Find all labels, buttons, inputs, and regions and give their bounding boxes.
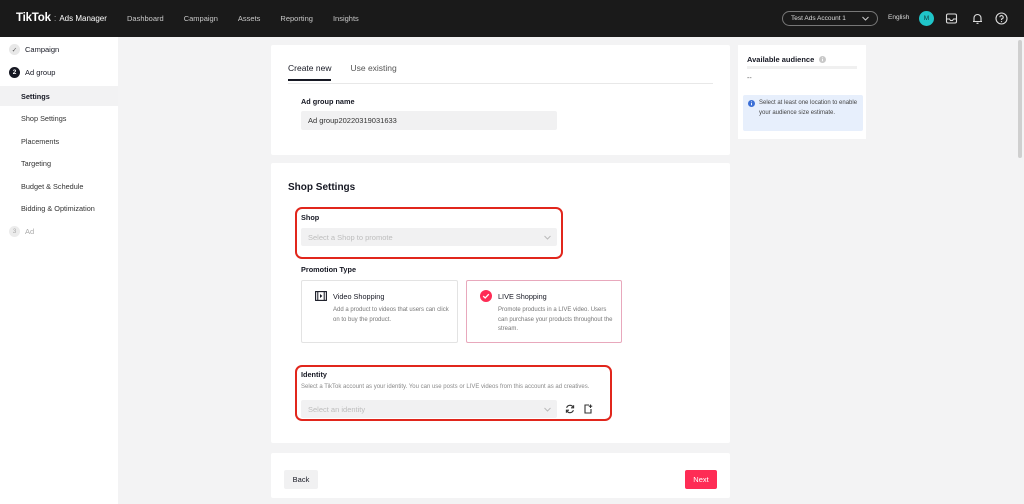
avatar-letter: M: [923, 15, 930, 22]
brand-logo[interactable]: TikTok : Ads Manager: [16, 12, 107, 24]
check-circle-icon: [480, 290, 492, 302]
audience-info-box: Select at least one location to enable y…: [743, 95, 863, 131]
sidebar-item-shop-settings[interactable]: Shop Settings: [0, 108, 118, 128]
audience-meter: [747, 66, 857, 69]
promotion-type-label: Promotion Type: [301, 265, 356, 274]
refresh-icon[interactable]: [565, 404, 575, 414]
sidebar-item-budget-schedule[interactable]: Budget & Schedule: [0, 176, 118, 196]
ad-group-card: Create new Use existing Ad group name Ad…: [271, 45, 730, 155]
step-ad-group[interactable]: 2 Ad group: [9, 67, 55, 78]
identity-placeholder: Select an identity: [308, 404, 366, 414]
ad-group-name-label: Ad group name: [301, 97, 355, 106]
nav-campaign[interactable]: Campaign: [184, 14, 218, 23]
brand-separator: :: [53, 13, 57, 23]
shop-settings-card: Shop Settings Shop Select a Shop to prom…: [271, 163, 730, 443]
step-campaign[interactable]: ✓ Campaign: [9, 44, 59, 55]
ad-group-name-value: Ad group20220319031633: [308, 116, 397, 125]
step-number: 2: [9, 67, 20, 78]
shop-select[interactable]: Select a Shop to promote: [301, 228, 557, 246]
shop-settings-title: Shop Settings: [288, 182, 356, 193]
nav-assets[interactable]: Assets: [238, 14, 261, 23]
option-description: Add a product to videos that users can c…: [333, 307, 449, 323]
audience-info-text: Select at least one location to enable y…: [759, 100, 858, 116]
option-description: Promote products in a LIVE video. Users …: [498, 307, 613, 332]
shop-label: Shop: [301, 213, 320, 222]
option-title: LIVE Shopping: [498, 292, 547, 301]
footer-card: Back Next: [271, 453, 730, 498]
inbox-icon[interactable]: [945, 12, 958, 25]
brand-name: TikTok: [16, 12, 51, 24]
step-label: Ad: [25, 227, 35, 236]
sidebar-item-settings[interactable]: Settings: [0, 86, 118, 106]
identity-select[interactable]: Select an identity: [301, 400, 557, 418]
page-scrollbar[interactable]: [1018, 40, 1022, 158]
account-selector[interactable]: Test Ads Account 1: [782, 11, 878, 26]
audience-value: --: [747, 75, 752, 82]
avatar[interactable]: M: [919, 11, 934, 26]
video-icon: [315, 291, 327, 301]
sidebar-item-targeting[interactable]: Targeting: [0, 153, 118, 173]
ad-group-name-input[interactable]: Ad group20220319031633: [301, 111, 557, 130]
sidebar-item-bidding-optimization[interactable]: Bidding & Optimization: [0, 198, 118, 218]
back-button[interactable]: Back: [284, 470, 318, 489]
language-selector[interactable]: English: [888, 14, 909, 21]
add-identity-icon[interactable]: [583, 404, 593, 414]
chevron-down-icon: [544, 235, 551, 240]
step-label: Ad group: [25, 68, 56, 77]
tab-create-new[interactable]: Create new: [288, 63, 332, 81]
check-icon: ✓: [9, 44, 20, 55]
help-icon[interactable]: [995, 12, 1008, 25]
info-icon[interactable]: [819, 56, 827, 63]
brand-subtitle: Ads Manager: [59, 14, 107, 23]
account-name: Test Ads Account 1: [791, 15, 846, 22]
step-label: Campaign: [25, 45, 60, 54]
audience-title-row: Available audience: [747, 55, 827, 64]
next-button[interactable]: Next: [685, 470, 717, 489]
chevron-down-icon: [862, 16, 869, 21]
info-icon: [748, 100, 755, 107]
option-title: Video Shopping: [333, 292, 385, 301]
ad-group-tabs: Create new Use existing: [288, 63, 416, 81]
shop-placeholder: Select a Shop to promote: [308, 232, 393, 242]
tabs-divider: [288, 83, 713, 84]
audience-panel: Available audience -- Select at least on…: [738, 45, 866, 139]
option-live-shopping[interactable]: LIVE Shopping Promote products in a LIVE…: [466, 280, 622, 343]
identity-description: Select a TikTok account as your identity…: [301, 384, 590, 390]
step-number: 3: [9, 226, 20, 237]
bell-icon[interactable]: [971, 12, 984, 25]
option-video-shopping[interactable]: Video Shopping Add a product to videos t…: [301, 280, 458, 343]
sidebar-item-placements[interactable]: Placements: [0, 131, 118, 151]
step-ad[interactable]: 3 Ad: [9, 226, 34, 237]
chevron-down-icon: [544, 407, 551, 412]
top-nav: Dashboard Campaign Assets Reporting Insi…: [127, 14, 379, 23]
nav-insights[interactable]: Insights: [333, 14, 359, 23]
tab-use-existing[interactable]: Use existing: [350, 63, 396, 81]
audience-title: Available audience: [747, 55, 815, 64]
sidebar: ✓ Campaign 2 Ad group Settings Shop Sett…: [0, 37, 118, 504]
identity-label: Identity: [301, 370, 327, 379]
top-bar: TikTok : Ads Manager Dashboard Campaign …: [0, 0, 1024, 37]
nav-reporting[interactable]: Reporting: [280, 14, 313, 23]
nav-dashboard[interactable]: Dashboard: [127, 14, 164, 23]
